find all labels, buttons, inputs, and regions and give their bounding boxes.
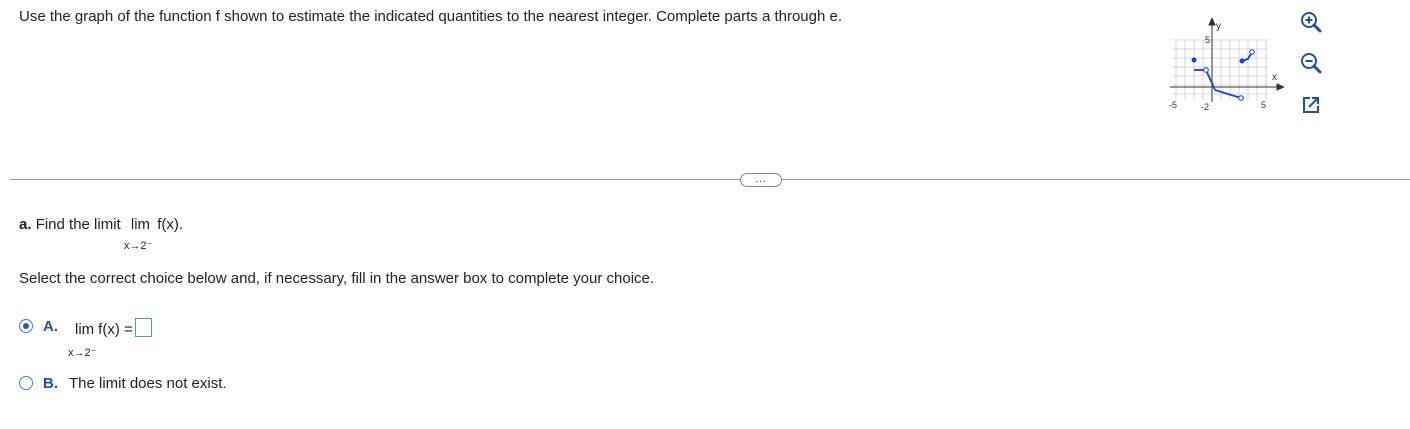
zoom-in-button[interactable]: [1298, 9, 1324, 35]
expand-more-button[interactable]: ...: [740, 173, 782, 187]
closed-point: [1239, 58, 1245, 64]
radio-choice-a[interactable]: [19, 319, 33, 333]
popout-icon: [1303, 97, 1319, 113]
section-divider: [10, 179, 1410, 180]
x-tick-neg: -5: [1169, 100, 1177, 110]
zoom-out-button[interactable]: [1298, 50, 1324, 76]
y-axis-label: y: [1216, 21, 1221, 32]
graph-axes: [1170, 18, 1284, 102]
zoom-in-icon: [1301, 12, 1322, 33]
instructions: Use the graph of the function f shown to…: [19, 8, 843, 25]
func-text: f(x).: [157, 216, 184, 233]
lim-subscript: x→2⁻: [123, 240, 153, 252]
choice-a[interactable]: A. lim x→2⁻ f(x) =: [19, 318, 152, 359]
part-a-question: a. Find the limit lim x→2⁻ f(x).: [19, 216, 184, 252]
open-point: [1249, 49, 1255, 55]
choice-a-lim-text: lim: [75, 321, 95, 338]
zoom-out-icon: [1301, 53, 1322, 74]
choice-b[interactable]: B. The limit does not exist.: [19, 375, 227, 392]
popout-button[interactable]: [1298, 92, 1324, 118]
limit-expression: lim x→2⁻: [124, 216, 152, 252]
choice-a-func: f(x) =: [98, 321, 133, 338]
y-tick-label: 5: [1205, 35, 1210, 45]
choice-b-text: The limit does not exist.: [69, 375, 227, 392]
choice-a-letter: A.: [43, 318, 58, 335]
function-graph-thumbnail[interactable]: y x 5 -5 -2 5: [1168, 18, 1284, 118]
x-tick-pos: 5: [1261, 100, 1266, 110]
choice-b-letter: B.: [43, 375, 58, 392]
choice-a-lim-subscript: x→2⁻: [68, 347, 97, 359]
choice-a-limit-expression: lim x→2⁻: [68, 321, 96, 359]
open-point: [1238, 95, 1244, 101]
radio-choice-b[interactable]: [19, 376, 33, 390]
part-letter: a.: [19, 216, 32, 233]
closed-point: [1191, 57, 1197, 63]
answer-input-box[interactable]: [134, 318, 152, 337]
part-prompt: Find the limit: [35, 216, 121, 233]
open-point: [1203, 67, 1209, 73]
select-instruction: Select the correct choice below and, if …: [19, 270, 655, 287]
lim-text: lim: [130, 216, 151, 233]
x-axis-label: x: [1272, 72, 1277, 83]
x-tick-neg2: -2: [1201, 102, 1209, 112]
